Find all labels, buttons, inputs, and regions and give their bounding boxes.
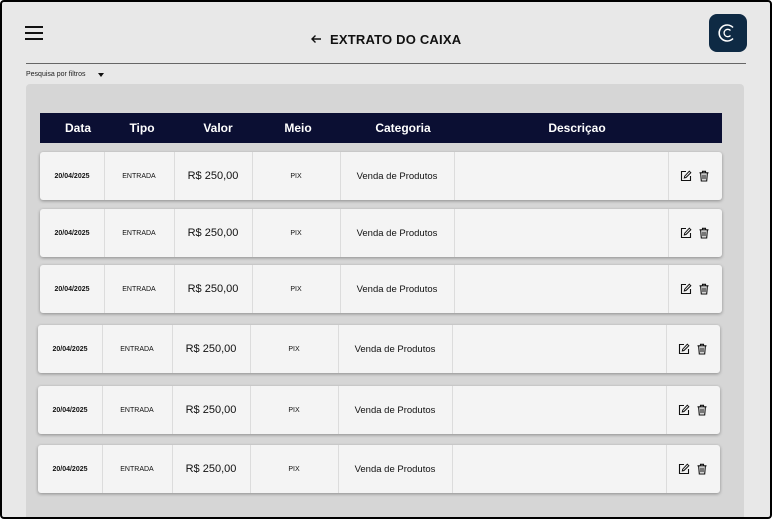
cell-categoria: Venda de Produtos <box>354 343 436 355</box>
app-window: EXTRATO DO CAIXA Pesquisa por filtros Da… <box>0 0 772 519</box>
filter-label: Pesquisa por filtros <box>26 71 86 78</box>
cell-tipo: ENTRADA <box>122 172 156 180</box>
edit-icon[interactable] <box>678 343 690 355</box>
cell-tipo: ENTRADA <box>122 285 156 293</box>
trash-icon[interactable] <box>698 283 710 295</box>
cell-categoria: Venda de Produtos <box>356 170 438 182</box>
column-header-meio: Meio <box>284 121 312 135</box>
table-row: 20/04/2025 ENTRADA R$ 250,00 PIX Venda d… <box>40 209 722 257</box>
column-header-valor: Valor <box>203 121 233 135</box>
table-row: 20/04/2025 ENTRADA R$ 250,00 PIX Venda d… <box>38 445 720 493</box>
logo-c-icon <box>718 24 734 42</box>
table-header: Data Tipo Valor Meio Categoria Descriçao <box>40 113 722 143</box>
trash-icon[interactable] <box>696 463 708 475</box>
trash-icon[interactable] <box>698 227 710 239</box>
edit-icon[interactable] <box>678 404 690 416</box>
column-header-descricao: Descriçao <box>548 121 606 135</box>
cell-descricao <box>454 265 668 313</box>
cell-meio: PIX <box>288 465 300 473</box>
row-actions <box>668 265 722 313</box>
table-row: 20/04/2025 ENTRADA R$ 250,00 PIX Venda d… <box>38 386 720 434</box>
cell-data: 20/04/2025 <box>52 345 88 353</box>
header-divider <box>26 63 746 64</box>
cell-categoria: Venda de Produtos <box>354 404 436 416</box>
column-header-tipo: Tipo <box>129 121 155 135</box>
row-actions <box>666 445 720 493</box>
cell-tipo: ENTRADA <box>122 229 156 237</box>
table-row: 20/04/2025 ENTRADA R$ 250,00 PIX Venda d… <box>38 325 720 373</box>
cell-descricao <box>452 445 666 493</box>
page-title: EXTRATO DO CAIXA <box>330 31 462 47</box>
filter-dropdown[interactable]: Pesquisa por filtros <box>26 71 104 78</box>
cell-meio: PIX <box>288 406 300 414</box>
caret-down-icon <box>97 72 104 77</box>
app-logo[interactable] <box>709 14 747 52</box>
cell-valor: R$ 250,00 <box>185 343 237 355</box>
page-header: EXTRATO DO CAIXA <box>310 30 461 48</box>
cell-data: 20/04/2025 <box>52 406 88 414</box>
cell-descricao <box>452 386 666 434</box>
row-actions <box>668 152 722 200</box>
cell-categoria: Venda de Produtos <box>354 463 436 475</box>
cell-meio: PIX <box>288 345 300 353</box>
arrow-left-icon[interactable] <box>310 33 322 45</box>
cell-tipo: ENTRADA <box>120 465 154 473</box>
trash-icon[interactable] <box>696 343 708 355</box>
cell-valor: R$ 250,00 <box>187 283 239 295</box>
edit-icon[interactable] <box>680 227 692 239</box>
cell-descricao <box>452 325 666 373</box>
cell-valor: R$ 250,00 <box>185 404 237 416</box>
cell-descricao <box>454 209 668 257</box>
cell-meio: PIX <box>290 285 302 293</box>
cell-categoria: Venda de Produtos <box>356 283 438 295</box>
cell-valor: R$ 250,00 <box>187 227 239 239</box>
row-actions <box>666 386 720 434</box>
cell-data: 20/04/2025 <box>54 172 90 180</box>
hamburger-menu-icon[interactable] <box>25 26 43 40</box>
trash-icon[interactable] <box>698 170 710 182</box>
trash-icon[interactable] <box>696 404 708 416</box>
cell-descricao <box>454 152 668 200</box>
cell-meio: PIX <box>290 229 302 237</box>
edit-icon[interactable] <box>680 170 692 182</box>
table-row: 20/04/2025 ENTRADA R$ 250,00 PIX Venda d… <box>40 265 722 313</box>
edit-icon[interactable] <box>678 463 690 475</box>
cell-meio: PIX <box>290 172 302 180</box>
cell-data: 20/04/2025 <box>54 229 90 237</box>
cell-tipo: ENTRADA <box>120 345 154 353</box>
row-actions <box>666 325 720 373</box>
column-header-categoria: Categoria <box>375 121 431 135</box>
column-header-data: Data <box>64 121 91 135</box>
edit-icon[interactable] <box>680 283 692 295</box>
cell-tipo: ENTRADA <box>120 406 154 414</box>
cell-data: 20/04/2025 <box>52 465 88 473</box>
row-actions <box>668 209 722 257</box>
cell-valor: R$ 250,00 <box>187 170 239 182</box>
cell-valor: R$ 250,00 <box>185 463 237 475</box>
cell-data: 20/04/2025 <box>54 285 90 293</box>
table-row: 20/04/2025 ENTRADA R$ 250,00 PIX Venda d… <box>40 152 722 200</box>
cell-categoria: Venda de Produtos <box>356 227 438 239</box>
